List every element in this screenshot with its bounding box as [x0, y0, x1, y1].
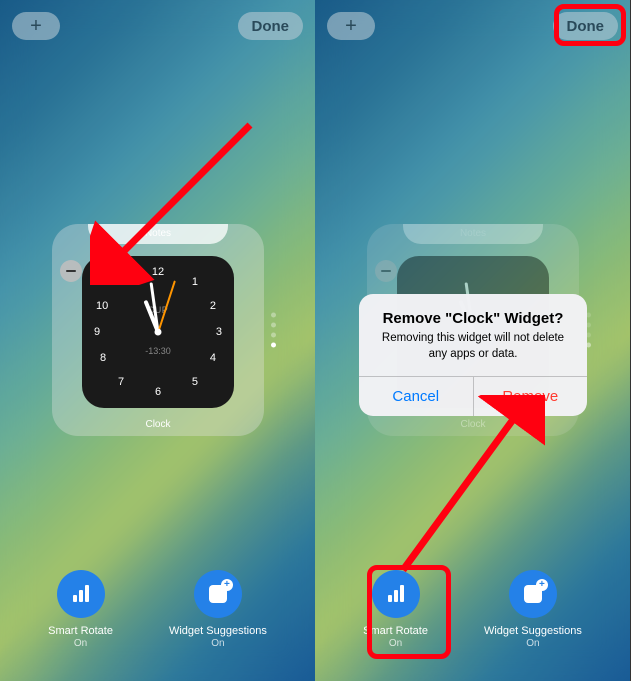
right-screenshot: + Done Notes Clock Remove "Clock" Widget…	[315, 0, 630, 681]
notes-label: Notes	[367, 228, 579, 239]
smart-rotate-toggle[interactable]: Smart Rotate On	[363, 570, 428, 649]
add-widget-button[interactable]: +	[327, 12, 375, 40]
clock-city: CUP	[90, 305, 226, 315]
smart-rotate-toggle[interactable]: Smart Rotate On	[48, 570, 113, 649]
clock-label: Clock	[367, 419, 579, 430]
remove-widget-button[interactable]	[375, 260, 397, 282]
left-screenshot: + Done Notes CUP -13:30 12 1 2 3 4 5 6 7…	[0, 0, 315, 681]
notes-label: Notes	[52, 228, 264, 239]
alert-title: Remove "Clock" Widget?	[375, 310, 571, 327]
clock-timezone: -13:30	[90, 346, 226, 356]
alert-message: Removing this widget will not delete any…	[375, 331, 571, 362]
alert-remove-button[interactable]: Remove	[474, 377, 588, 416]
widget-suggestions-icon	[194, 570, 242, 618]
alert-cancel-button[interactable]: Cancel	[359, 377, 474, 416]
widget-suggestions-toggle[interactable]: Widget Suggestions On	[484, 570, 582, 649]
clock-label: Clock	[52, 419, 264, 430]
add-widget-button[interactable]: +	[12, 12, 60, 40]
done-button[interactable]: Done	[553, 12, 619, 40]
remove-widget-alert: Remove "Clock" Widget? Removing this wid…	[359, 294, 587, 416]
smart-rotate-icon	[372, 570, 420, 618]
widget-stack[interactable]: Notes CUP -13:30 12 1 2 3 4 5 6 7 8 9 10…	[52, 224, 264, 436]
widget-suggestions-toggle[interactable]: Widget Suggestions On	[169, 570, 267, 649]
remove-widget-button[interactable]	[60, 260, 82, 282]
clock-widget[interactable]: CUP -13:30 12 1 2 3 4 5 6 7 8 9 10 11	[82, 256, 234, 408]
clock-face: CUP -13:30 12 1 2 3 4 5 6 7 8 9 10 11	[90, 264, 226, 400]
stack-page-dots	[271, 313, 276, 348]
smart-rotate-icon	[57, 570, 105, 618]
widget-suggestions-icon	[509, 570, 557, 618]
done-button[interactable]: Done	[238, 12, 304, 40]
